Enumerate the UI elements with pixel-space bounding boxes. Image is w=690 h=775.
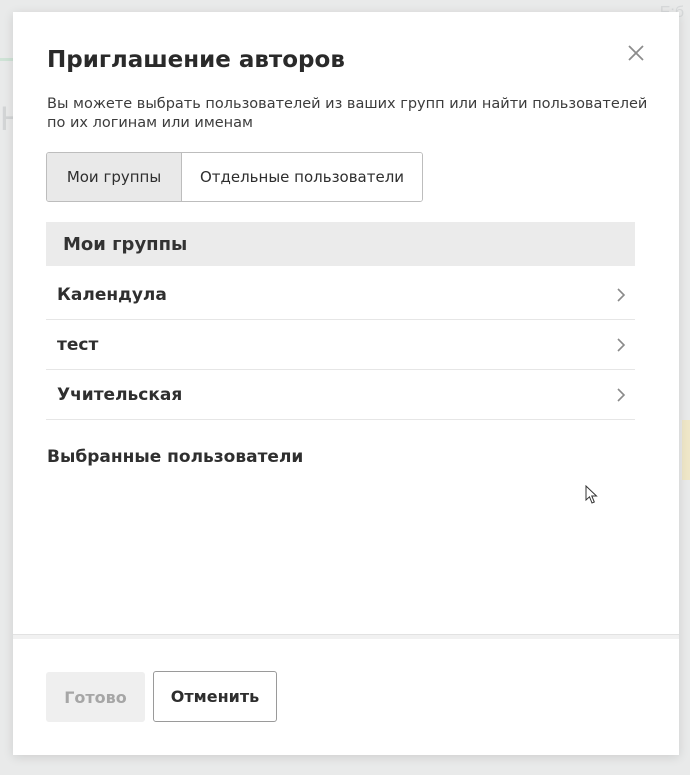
- group-item-calendula[interactable]: Календула: [46, 270, 635, 320]
- background-page-stripe: [682, 420, 690, 480]
- groups-list: Календула тест Учительская: [46, 270, 635, 420]
- background-accent-line: [0, 58, 14, 61]
- group-item-teachers[interactable]: Учительская: [46, 370, 635, 420]
- chevron-right-icon: [617, 337, 626, 352]
- cancel-button[interactable]: Отменить: [153, 671, 277, 722]
- group-item-label: тест: [57, 334, 99, 355]
- group-item-test[interactable]: тест: [46, 320, 635, 370]
- mouse-pointer-icon: [585, 485, 598, 504]
- source-tabs: Мои группы Отдельные пользователи: [46, 152, 423, 202]
- groups-section-title: Мои группы: [63, 233, 188, 255]
- close-button[interactable]: [625, 42, 647, 64]
- tab-individual-users[interactable]: Отдельные пользователи: [182, 153, 422, 201]
- selected-users-title: Выбранные пользователи: [47, 447, 304, 467]
- tab-my-groups[interactable]: Мои группы: [47, 153, 182, 201]
- groups-section-header: Мои группы: [46, 222, 635, 266]
- dialog-description: Вы можете выбрать пользователей из ваших…: [47, 96, 648, 131]
- close-icon: [628, 45, 644, 61]
- done-button[interactable]: Готово: [46, 672, 145, 722]
- footer-divider: [13, 634, 679, 639]
- group-item-label: Календула: [57, 284, 167, 305]
- chevron-right-icon: [617, 387, 626, 402]
- invite-authors-dialog: Приглашение авторов Вы можете выбрать по…: [13, 12, 679, 755]
- dialog-title: Приглашение авторов: [47, 47, 345, 73]
- chevron-right-icon: [617, 287, 626, 302]
- group-item-label: Учительская: [57, 384, 183, 405]
